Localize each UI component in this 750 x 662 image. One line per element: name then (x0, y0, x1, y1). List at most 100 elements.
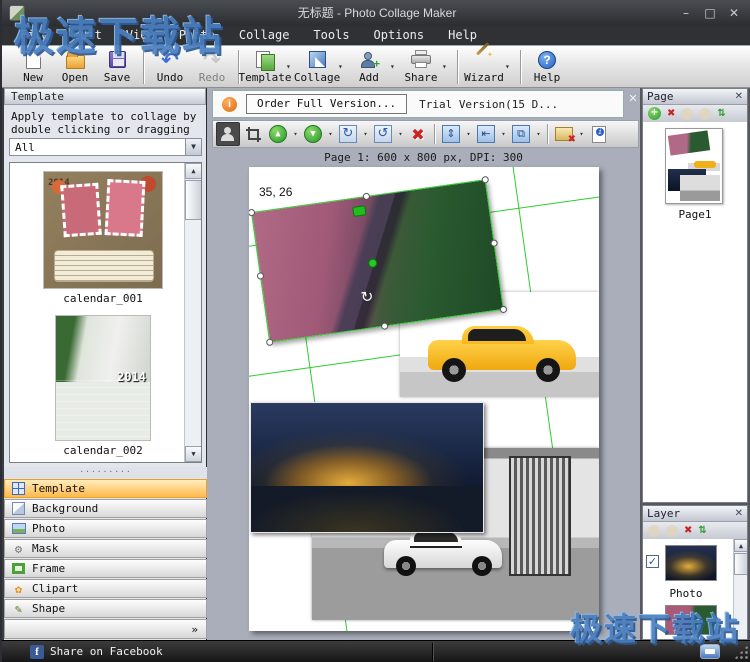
resize-handle[interactable] (249, 209, 255, 217)
more-categories-button[interactable]: » (4, 619, 207, 639)
rotation-handle[interactable] (352, 205, 366, 217)
share-dropdown[interactable]: ▾ (442, 47, 452, 87)
remove-image-button[interactable] (552, 122, 576, 146)
template-item[interactable]: 2014 calendar_001 (28, 171, 178, 305)
wizard-button[interactable]: ✦ Wizard (463, 47, 505, 87)
collage-page[interactable]: ↻ 35, 26 (249, 167, 599, 631)
page-panel-close-icon[interactable]: ✕ (735, 91, 743, 102)
open-button[interactable]: Open (54, 47, 96, 87)
minimize-button[interactable]: – (678, 6, 694, 20)
rotate-ccw-button[interactable]: ↺ (371, 122, 395, 146)
crop-button[interactable] (241, 122, 265, 146)
resize-handle[interactable] (266, 338, 274, 346)
menu-options[interactable]: Options (362, 26, 437, 45)
resize-grip[interactable] (734, 645, 748, 659)
collage-button[interactable]: Collage (296, 47, 338, 87)
template-item[interactable]: 2014 calendar_002 (28, 315, 178, 457)
undo-button[interactable]: ↶ Undo (149, 47, 191, 87)
move-up-button[interactable]: ▲ (266, 122, 290, 146)
layer-panel-close-icon[interactable]: ✕ (735, 508, 743, 519)
resize-handle[interactable] (362, 192, 370, 200)
page-thumbnail[interactable] (665, 128, 723, 204)
add-page-icon[interactable]: + (648, 107, 661, 120)
close-button[interactable]: ✕ (726, 6, 742, 20)
template-filter-select[interactable]: All ▼ (9, 138, 202, 156)
maximize-button[interactable]: □ (702, 6, 718, 20)
template-thumbnail-calendar-001[interactable]: 2014 (43, 171, 163, 289)
remove-image-dropdown[interactable]: ▾ (577, 130, 586, 138)
template-grid-icon (11, 481, 26, 496)
scrollbar-thumb[interactable] (734, 553, 747, 575)
canvas-area[interactable]: Page 1: 600 x 800 px, DPI: 300 (209, 148, 638, 640)
align-left-dropdown[interactable]: ▾ (499, 130, 508, 138)
template-thumbnail-calendar-002[interactable]: 2014 (55, 315, 151, 441)
layer-list: ✓ Photo ▲ (643, 539, 747, 639)
panel-splitter[interactable]: ········· (4, 467, 207, 479)
resize-handle[interactable] (490, 239, 498, 247)
template-button[interactable]: Template (244, 47, 286, 87)
banner-close-icon[interactable]: ✕ (626, 92, 640, 106)
save-button[interactable]: Save (96, 47, 138, 87)
send-to-back-dropdown[interactable]: ▾ (534, 130, 543, 138)
category-template-button[interactable]: Template (4, 479, 207, 498)
collage-icon (309, 51, 326, 68)
properties-button[interactable] (587, 122, 611, 146)
help-button[interactable]: ? Help (526, 47, 568, 87)
align-center-dropdown[interactable]: ▾ (464, 130, 473, 138)
add-dropdown[interactable]: ▾ (390, 47, 400, 87)
category-shape-button[interactable]: ✎ Shape (4, 599, 207, 618)
layer-list-scrollbar[interactable]: ▲ (733, 539, 747, 639)
rotate-ccw-dropdown[interactable]: ▾ (396, 130, 405, 138)
resize-handle[interactable] (381, 322, 389, 330)
move-up-dropdown[interactable]: ▾ (291, 130, 300, 138)
menu-edit[interactable]: Edit (61, 26, 114, 45)
category-background-button[interactable]: Background (4, 499, 207, 518)
chevron-down-icon[interactable]: ▼ (185, 139, 201, 155)
share-on-facebook-link[interactable]: Share on Facebook (50, 645, 163, 658)
resize-handle[interactable] (256, 272, 264, 280)
align-center-icon: ⇕ (442, 125, 460, 143)
layer-thumbnail[interactable] (665, 545, 717, 581)
delete-page-icon[interactable]: ✖ (667, 107, 675, 121)
menu-view[interactable]: View (114, 26, 167, 45)
align-left-button[interactable]: ⇤ (474, 122, 498, 146)
delete-button[interactable]: ✖ (406, 122, 430, 146)
order-full-version-button[interactable]: Order Full Version... (246, 94, 407, 114)
send-to-back-button[interactable]: ⧉ (509, 122, 533, 146)
refresh-pages-icon[interactable]: ⇅ (717, 107, 725, 121)
align-center-button[interactable]: ⇕ (439, 122, 463, 146)
menu-photo[interactable]: Photo (167, 26, 227, 45)
photo-night-city[interactable] (250, 402, 484, 533)
category-clipart-button[interactable]: ✿ Clipart (4, 579, 207, 598)
select-tool-button[interactable] (216, 122, 240, 146)
rotate-cw-button[interactable]: ↻ (336, 122, 360, 146)
menu-tools[interactable]: Tools (301, 26, 361, 45)
move-down-button[interactable]: ▼ (301, 122, 325, 146)
collage-dropdown[interactable]: ▾ (338, 47, 348, 87)
move-down-dropdown[interactable]: ▾ (326, 130, 335, 138)
new-button[interactable]: New (12, 47, 54, 87)
scroll-up-icon[interactable]: ▲ (185, 163, 202, 179)
category-frame-button[interactable]: Frame (4, 559, 207, 578)
rotate-cw-dropdown[interactable]: ▾ (361, 130, 370, 138)
layer-visibility-checkbox[interactable]: ✓ (646, 555, 659, 568)
resize-handle[interactable] (481, 176, 489, 184)
share-button[interactable]: Share (400, 47, 442, 87)
menu-file[interactable]: File (8, 26, 61, 45)
template-list-scrollbar[interactable]: ▲ ▼ (184, 163, 201, 462)
undo-icon: ↶ (161, 50, 179, 70)
layer-thumbnail-partial[interactable] (665, 605, 717, 635)
category-mask-button[interactable]: ⚙ Mask (4, 539, 207, 558)
center-handle[interactable] (368, 258, 378, 268)
menu-help[interactable]: Help (436, 26, 489, 45)
add-button[interactable]: + Add (348, 47, 390, 87)
category-photo-button[interactable]: Photo (4, 519, 207, 538)
scroll-up-icon[interactable]: ▲ (734, 539, 747, 552)
wizard-dropdown[interactable]: ▾ (505, 47, 515, 87)
scrollbar-thumb[interactable] (185, 180, 202, 220)
refresh-layers-icon[interactable]: ⇅ (698, 524, 706, 538)
menu-collage[interactable]: Collage (227, 26, 302, 45)
chat-bubble-icon[interactable] (700, 644, 720, 659)
delete-layer-icon[interactable]: ✖ (684, 524, 692, 538)
scroll-down-icon[interactable]: ▼ (185, 446, 202, 462)
